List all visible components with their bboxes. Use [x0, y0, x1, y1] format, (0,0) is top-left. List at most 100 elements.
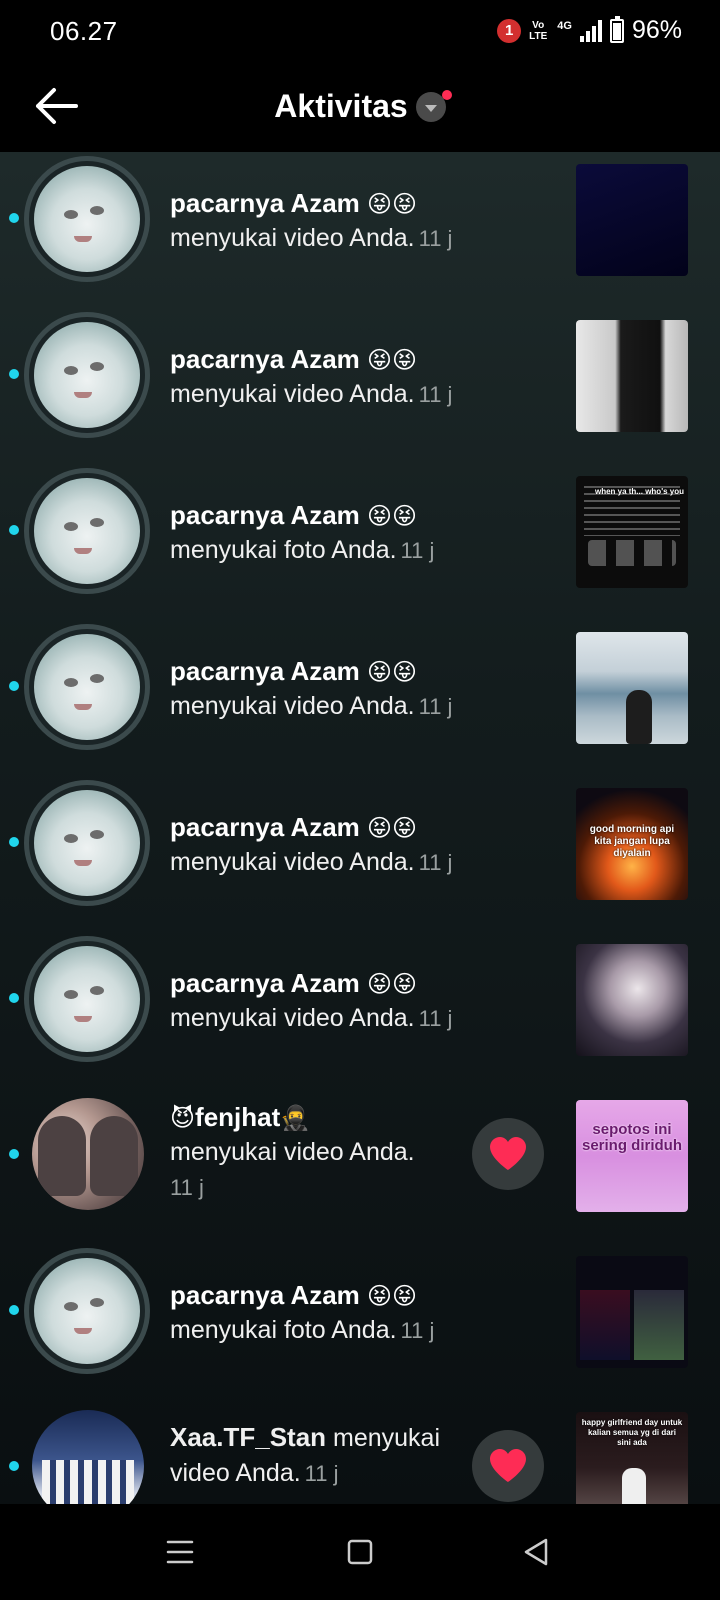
thumbnail-caption: when ya th... who's you: [594, 487, 684, 496]
activity-text-inline: menyukai: [333, 1424, 441, 1452]
activity-time: 11 j: [418, 1006, 453, 1031]
list-item[interactable]: pacarnya Azam 😝😝 menyukai video Anda. 11 …: [0, 308, 720, 461]
chevron-down-icon: [415, 89, 452, 122]
like-back-button[interactable]: [472, 1118, 544, 1190]
list-item[interactable]: pacarnya Azam 😝😝 menyukai video Anda. 11 …: [0, 932, 720, 1085]
triangle-back-icon[interactable]: [516, 1532, 556, 1572]
video-thumbnail[interactable]: [576, 164, 688, 276]
volte-icon: Vo LTE: [529, 19, 548, 42]
page-title: Aktivitas: [274, 88, 408, 124]
new-indicator-dot: [441, 89, 452, 100]
username-emoji-prefix: 😈: [170, 1104, 196, 1132]
photo-thumbnail[interactable]: [576, 1256, 688, 1368]
video-thumbnail[interactable]: [576, 320, 688, 432]
activity-text: menyukai video Anda.: [170, 1004, 415, 1032]
username-emoji: 😝😝: [367, 190, 418, 218]
activity-text: menyukai video Anda.: [170, 1138, 415, 1166]
avatar[interactable]: [32, 1098, 144, 1210]
avatar[interactable]: [24, 624, 150, 750]
activity-text: menyukai foto Anda.: [170, 1316, 397, 1344]
activity-list[interactable]: pacarnya Azam 😝😝 menyukai video Anda. 11 …: [0, 152, 720, 1504]
activity-time: 11 j: [418, 850, 453, 875]
thumbnail-caption: sepotos ini sering diriduh: [581, 1121, 682, 1154]
video-thumbnail[interactable]: good morning api kita jangan lupa diyala…: [576, 788, 688, 900]
unread-dot: [9, 837, 19, 847]
username[interactable]: pacarnya Azam: [170, 500, 360, 530]
activity-time: 11 j: [418, 226, 453, 251]
avatar[interactable]: [24, 468, 150, 594]
avatar[interactable]: [24, 1248, 150, 1374]
activity-time: 11 j: [418, 694, 453, 719]
notification-badge: 1: [497, 18, 522, 43]
activity-text: menyukai video Anda.: [170, 692, 415, 720]
unread-dot: [9, 1305, 19, 1315]
system-nav-bar: [0, 1504, 720, 1600]
video-thumbnail[interactable]: sepotos ini sering diriduh: [576, 1100, 688, 1212]
username[interactable]: pacarnya Azam: [170, 344, 360, 374]
activity-time: 11 j: [418, 382, 453, 407]
unread-dot: [9, 681, 19, 691]
username-emoji: 🥷: [280, 1104, 311, 1132]
activity-text: menyukai video Anda.: [170, 848, 415, 876]
unread-dot: [9, 525, 19, 535]
thumbnail-caption: good morning api kita jangan lupa diyala…: [589, 824, 675, 859]
avatar[interactable]: [24, 312, 150, 438]
avatar[interactable]: [32, 1410, 144, 1504]
activity-filter-dropdown[interactable]: Aktivitas: [0, 88, 720, 125]
thumbnail-caption: happy girlfriend day untuk kalian semua …: [581, 1418, 683, 1447]
photo-thumbnail[interactable]: when ya th... who's you: [576, 476, 688, 588]
activity-time: 11 j: [304, 1461, 339, 1486]
avatar[interactable]: [24, 156, 150, 282]
username-emoji: 😝😝: [367, 814, 418, 842]
list-item[interactable]: pacarnya Azam 😝😝 menyukai foto Anda. 11 j…: [0, 464, 720, 617]
signal-icon: [579, 19, 602, 42]
username[interactable]: pacarnya Azam: [170, 188, 360, 218]
square-icon[interactable]: [340, 1532, 380, 1572]
unread-dot: [9, 1461, 19, 1471]
battery-icon: [609, 15, 624, 43]
list-item[interactable]: pacarnya Azam 😝😝 menyukai video Anda. 11 …: [0, 776, 720, 929]
video-thumbnail[interactable]: [576, 632, 688, 744]
activity-time: 11 j: [400, 1318, 435, 1343]
username-emoji: 😝😝: [367, 970, 418, 998]
avatar[interactable]: [24, 780, 150, 906]
unread-dot: [9, 1149, 19, 1159]
activity-text: menyukai video Anda.: [170, 224, 415, 252]
header: Aktivitas: [0, 64, 720, 152]
username[interactable]: pacarnya Azam: [170, 656, 360, 686]
activity-time: 11 j: [400, 538, 435, 563]
unread-dot: [9, 213, 19, 223]
username[interactable]: fenjhat: [195, 1102, 280, 1132]
menu-icon[interactable]: [160, 1532, 200, 1572]
status-time: 06.27: [50, 16, 118, 46]
video-thumbnail[interactable]: happy girlfriend day untuk kalian semua …: [576, 1412, 688, 1504]
activity-text: menyukai foto Anda.: [170, 536, 397, 564]
video-thumbnail[interactable]: [576, 944, 688, 1056]
username[interactable]: pacarnya Azam: [170, 968, 360, 998]
username[interactable]: pacarnya Azam: [170, 812, 360, 842]
username-emoji: 😝😝: [367, 1282, 418, 1310]
list-item[interactable]: pacarnya Azam 😝😝 menyukai video Anda. 11 …: [0, 620, 720, 773]
status-icons: 1 Vo LTE 4G 96%: [497, 15, 682, 45]
activity-time: 11 j: [170, 1175, 204, 1200]
heart-icon: [490, 1137, 526, 1170]
list-item[interactable]: pacarnya Azam 😝😝 menyukai video Anda. 11 …: [0, 152, 720, 305]
list-item[interactable]: 😈fenjhat🥷 menyukai video Anda. 11 j sepo…: [0, 1088, 720, 1241]
activity-text: video Anda.: [170, 1459, 301, 1487]
list-item[interactable]: Xaa.TF_Stan menyukai video Anda. 11 j hap…: [0, 1400, 720, 1504]
avatar[interactable]: [24, 936, 150, 1062]
unread-dot: [9, 369, 19, 379]
status-bar: 06.27 1 Vo LTE 4G 96%: [0, 0, 720, 64]
heart-icon: [490, 1449, 526, 1482]
username-emoji: 😝😝: [367, 658, 418, 686]
activity-text: menyukai video Anda.: [170, 380, 415, 408]
like-back-button[interactable]: [472, 1430, 544, 1502]
battery-percentage: 96%: [631, 16, 682, 44]
username-emoji: 😝😝: [367, 502, 418, 530]
list-item[interactable]: pacarnya Azam 😝😝 menyukai foto Anda. 11 j: [0, 1244, 720, 1397]
username[interactable]: Xaa.TF_Stan: [170, 1422, 326, 1452]
username[interactable]: pacarnya Azam: [170, 1280, 360, 1310]
username-emoji: 😝😝: [367, 346, 418, 374]
unread-dot: [9, 993, 19, 1003]
network-type: 4G: [557, 19, 572, 32]
